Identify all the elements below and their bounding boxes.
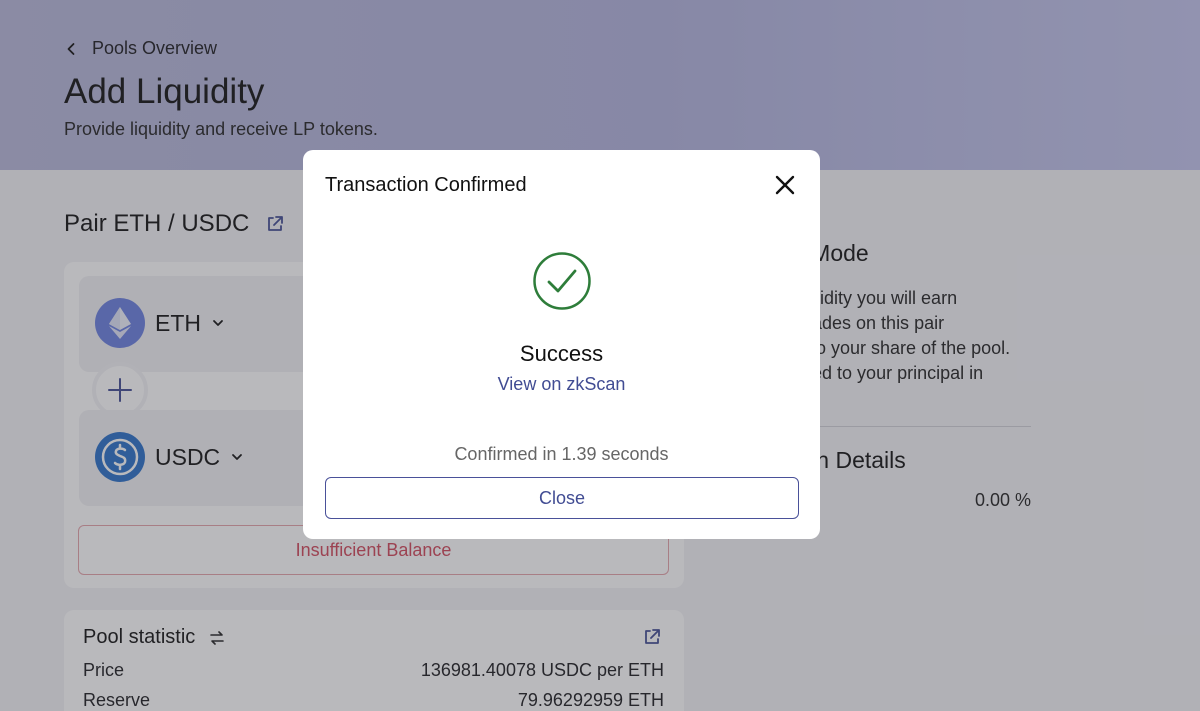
modal-title: Transaction Confirmed (325, 174, 527, 196)
close-icon[interactable] (774, 174, 796, 196)
success-status: Success (519, 341, 604, 366)
confirmation-time: Confirmed in 1.39 seconds (454, 444, 669, 464)
close-button[interactable]: Close (325, 477, 799, 519)
transaction-confirmed-modal: Transaction Confirmed Success View on zk… (303, 150, 820, 539)
view-on-zkscan-link[interactable]: View on zkScan (303, 374, 820, 395)
success-check-icon (533, 252, 591, 310)
